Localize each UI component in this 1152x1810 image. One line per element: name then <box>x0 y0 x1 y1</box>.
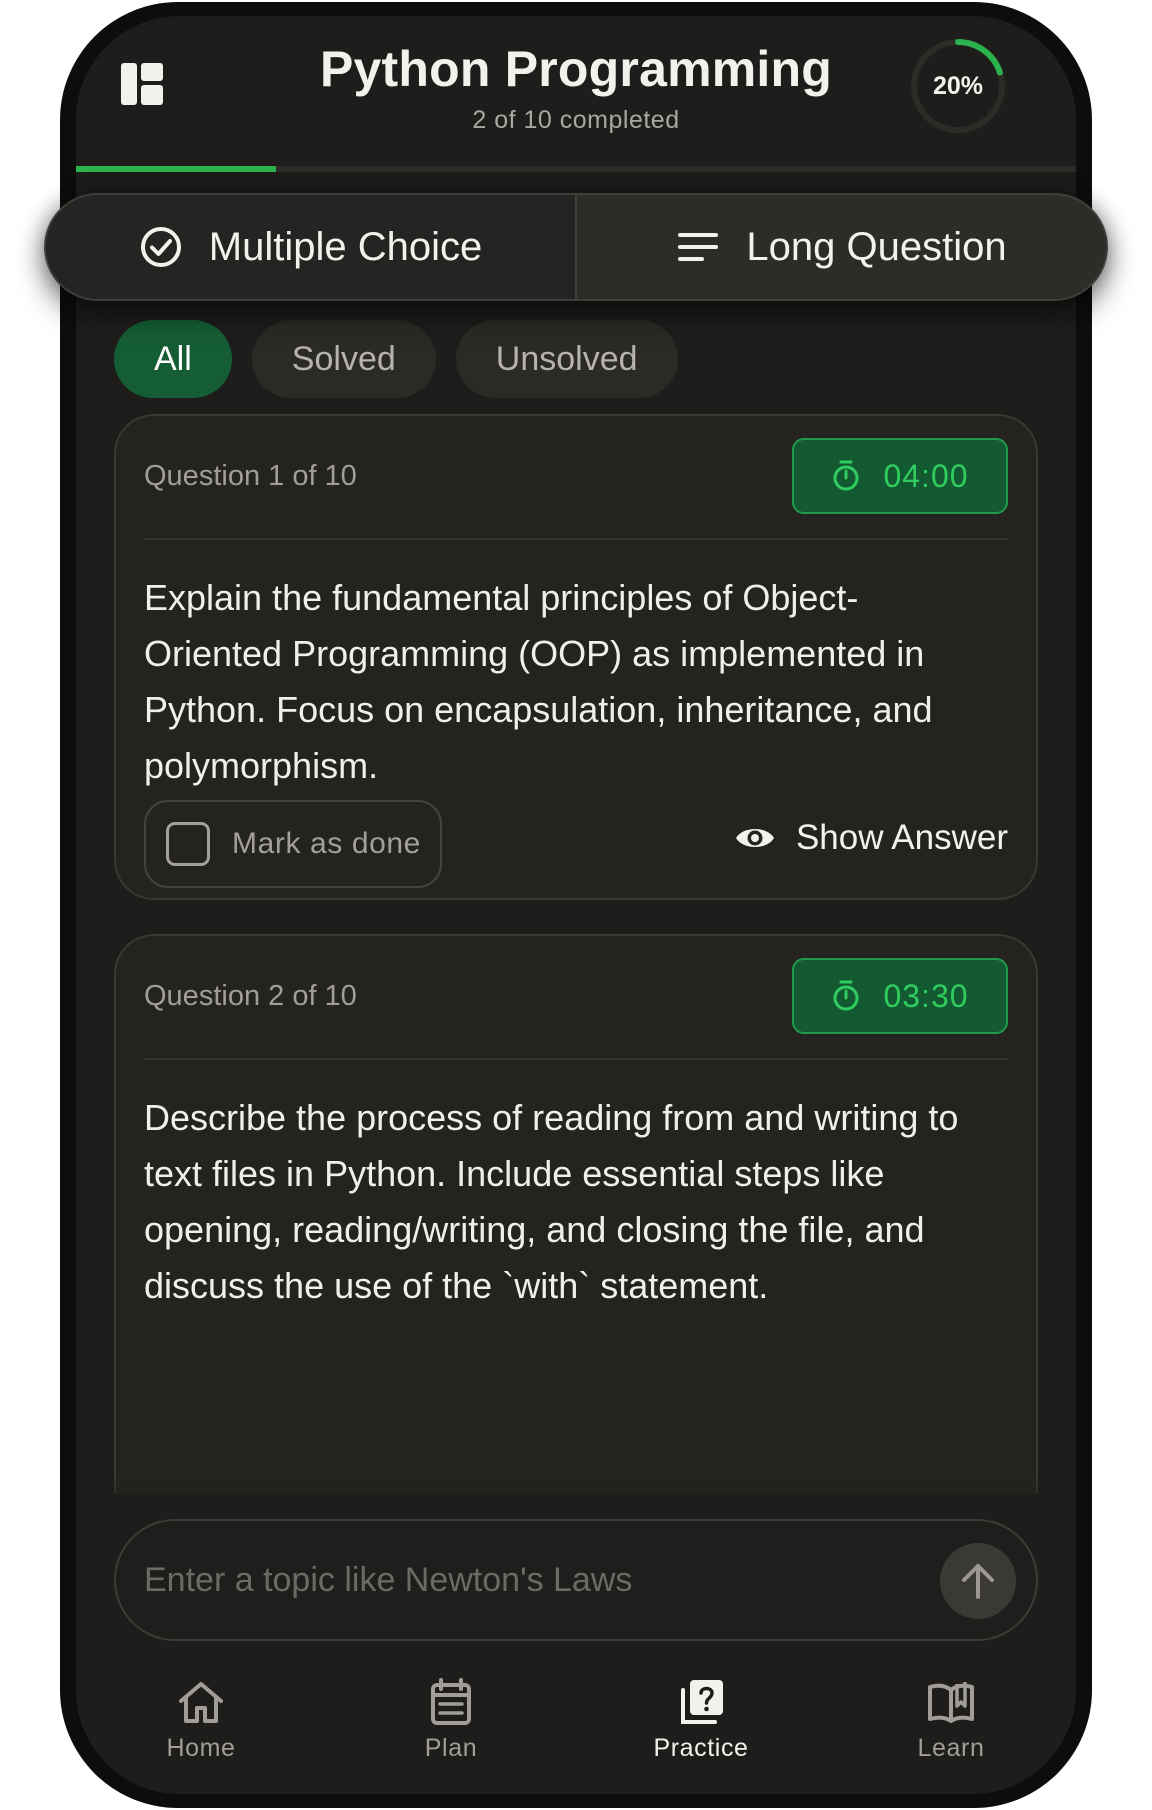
question-number: Question 2 of 10 <box>144 980 357 1012</box>
show-answer-button[interactable]: Show Answer <box>734 818 1008 858</box>
tab-multiple-choice[interactable]: Multiple Choice <box>46 195 575 299</box>
progress-bar <box>76 166 1076 172</box>
card-divider <box>144 1058 1008 1060</box>
timer-value: 04:00 <box>883 457 969 494</box>
nav-practice-label: Practice <box>653 1734 749 1762</box>
filter-unsolved[interactable]: Unsolved <box>455 320 678 398</box>
home-icon <box>179 1682 223 1723</box>
check-circle-icon <box>140 227 181 267</box>
eye-icon <box>735 829 774 847</box>
question-type-tabs: Multiple Choice Long Question <box>44 193 1108 301</box>
question-timer: 04:00 <box>792 438 1008 514</box>
stopwatch-icon <box>833 460 859 491</box>
topic-input[interactable] <box>144 1521 834 1639</box>
timer-value: 03:30 <box>883 977 969 1014</box>
question-number: Question 1 of 10 <box>144 460 357 492</box>
tab-long-question[interactable]: Long Question <box>575 195 1106 299</box>
nav-home-label: Home <box>166 1734 236 1762</box>
progress-percent: 20% <box>932 72 984 100</box>
bottom-nav: Home Plan Practice Learn <box>76 1676 1076 1786</box>
nav-home[interactable]: Home <box>76 1676 326 1786</box>
checkbox-icon[interactable] <box>166 822 210 866</box>
question-text: Explain the fundamental principles of Ob… <box>144 577 933 786</box>
nav-learn-label: Learn <box>917 1734 985 1762</box>
question-card: Question 2 of 10 03:30 Describe the proc… <box>114 934 1038 1494</box>
tab-long-question-label: Long Question <box>746 224 1007 269</box>
question-card-icon <box>681 1680 723 1724</box>
lines-icon <box>678 233 719 261</box>
send-button[interactable] <box>940 1543 1016 1619</box>
open-book-icon <box>928 1682 974 1723</box>
mark-as-done-button[interactable]: Mark as done <box>144 800 442 888</box>
arrow-up-icon <box>962 1564 994 1599</box>
topic-input-bar <box>114 1519 1038 1641</box>
nav-plan-label: Plan <box>424 1734 478 1762</box>
tab-multiple-choice-label: Multiple Choice <box>208 224 483 269</box>
question-text: Describe the process of reading from and… <box>144 1097 959 1306</box>
show-answer-label: Show Answer <box>795 818 1008 857</box>
question-timer: 03:30 <box>792 958 1008 1034</box>
mark-as-done-label: Mark as done <box>232 827 421 860</box>
stopwatch-icon <box>833 980 859 1011</box>
card-divider <box>144 538 1008 540</box>
nav-learn[interactable]: Learn <box>826 1676 1076 1786</box>
filter-solved[interactable]: Solved <box>251 320 436 398</box>
filter-all[interactable]: All <box>114 320 232 398</box>
nav-practice[interactable]: Practice <box>576 1676 826 1786</box>
scroll-fade <box>76 1478 1076 1524</box>
progress-bar-fill <box>76 166 276 172</box>
filter-chips: All Solved Unsolved <box>114 320 678 398</box>
nav-plan[interactable]: Plan <box>326 1676 576 1786</box>
question-card: Question 1 of 10 04:00 Explain the funda… <box>114 414 1038 900</box>
calendar-icon <box>431 1678 471 1725</box>
